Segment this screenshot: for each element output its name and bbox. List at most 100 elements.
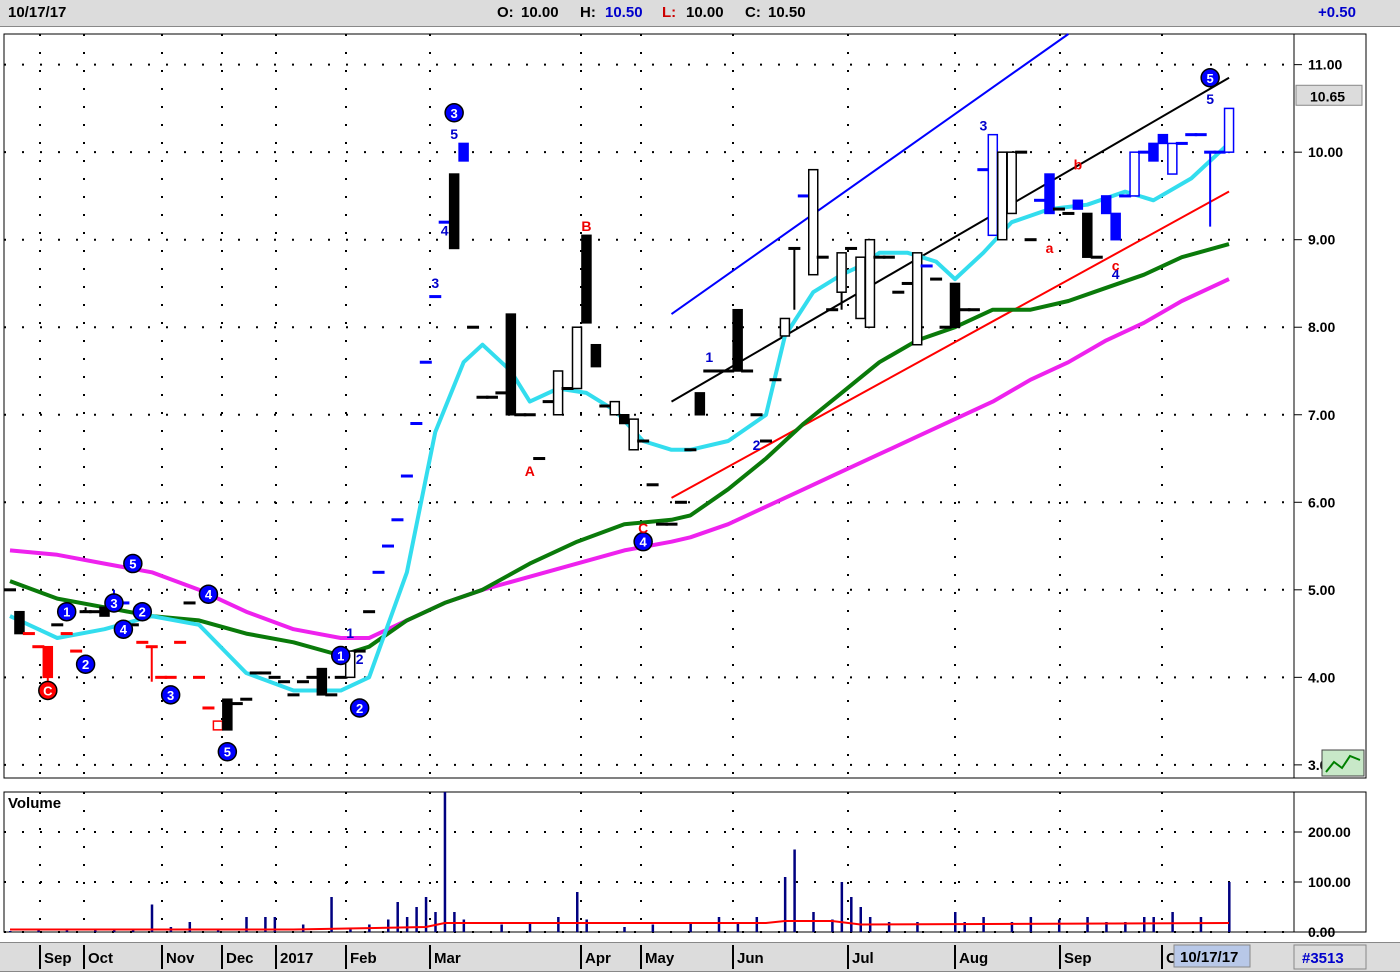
month-label: Aug: [959, 950, 988, 967]
candle-body: [609, 400, 621, 416]
wave-label-number: 1: [63, 605, 70, 620]
candle-body: [14, 610, 25, 635]
candle-dash: [523, 413, 536, 417]
candle-dash: [174, 640, 187, 644]
header-open: 10.00: [521, 4, 559, 21]
candle-dash: [4, 588, 16, 592]
candle-dash: [193, 675, 205, 679]
wave-label-text: A: [525, 463, 535, 479]
cursor-date: 10/17/17: [1180, 949, 1238, 966]
wave-label-number: 1: [337, 648, 344, 663]
candle-body: [316, 667, 328, 696]
candle-body: [628, 418, 639, 451]
volume-bar: [443, 792, 447, 932]
candle-body: [571, 326, 583, 390]
wave-label-number: 3: [167, 688, 174, 703]
wave-label-text: C: [638, 520, 648, 536]
candle-dash: [325, 693, 338, 697]
volume-bar: [793, 849, 796, 932]
price-plot-frame: [3, 33, 1295, 779]
candle-dash: [760, 439, 772, 443]
candle-dash: [1175, 141, 1188, 145]
price-tick-label: 11.00: [1308, 57, 1342, 73]
volume-bar: [387, 919, 390, 932]
header-high-label: H:: [580, 4, 596, 21]
candle-dash: [1119, 194, 1132, 198]
candle-dash: [51, 623, 64, 627]
candle-body: [808, 168, 819, 276]
candle-dash: [967, 308, 980, 312]
candle-dash: [1052, 207, 1065, 211]
volume-bar: [623, 927, 626, 932]
candle-dash: [410, 422, 423, 426]
volume-bar: [859, 907, 862, 932]
candle-body: [212, 720, 224, 731]
month-label: Mar: [434, 950, 461, 967]
date-axis-bar: Sep Oct Nov Dec 2017 Feb Mar Apr May Jun Jul Aug Sep…: [0, 942, 1400, 972]
candle-dash: [467, 325, 480, 329]
candle-dash: [136, 640, 149, 644]
month-label: 2017: [280, 950, 313, 967]
volume-bar: [1171, 912, 1174, 932]
candle-dash: [1194, 133, 1207, 137]
chart-thumbnail-icon: [1321, 749, 1365, 777]
candle-body: [1167, 142, 1178, 175]
volume-chart[interactable]: Volume 200.00 100.00 0.00: [0, 788, 1400, 940]
wave-label-text: 5: [1206, 91, 1214, 107]
candle-body: [552, 370, 564, 416]
candle-body: [1223, 107, 1235, 153]
month-label: Dec: [226, 950, 254, 967]
wave-label-text: 3: [431, 275, 439, 291]
price-tick-label: 4.00: [1308, 669, 1335, 685]
candle-body: [1129, 151, 1140, 197]
last-price-label: 10.65: [1310, 88, 1345, 104]
volume-bar: [1143, 917, 1146, 932]
month-label: Sep: [1064, 950, 1092, 967]
volume-bar: [434, 912, 437, 932]
candle-body: [590, 343, 602, 368]
candle-dash: [382, 544, 394, 548]
volume-bar: [557, 917, 560, 932]
candle-body: [1072, 199, 1084, 210]
candle-body: [949, 282, 961, 328]
month-label: Apr: [585, 950, 611, 967]
wave-label-text: c: [1112, 257, 1120, 273]
candle-dash: [419, 360, 432, 364]
wave-label-text: 2: [356, 651, 364, 667]
candle-dash: [1015, 150, 1028, 154]
wave-label-number: 3: [451, 106, 458, 121]
price-chart[interactable]: 11.0010.009.008.007.006.005.004.003.0010…: [0, 28, 1400, 782]
symbol-id: #3513: [1302, 950, 1344, 967]
candle-body: [997, 151, 1008, 241]
candle-dash: [788, 246, 801, 250]
wave-label-number: 2: [139, 605, 146, 620]
candle-body: [1148, 142, 1159, 162]
volume-axis: [1293, 791, 1367, 933]
candle-body: [42, 645, 54, 679]
candle-dash: [259, 671, 272, 675]
volume-bar: [37, 930, 40, 932]
wave-label-number: 3: [110, 596, 117, 611]
candle-dash: [60, 632, 73, 636]
candle-body: [1110, 212, 1121, 241]
month-label: Feb: [350, 950, 377, 967]
volume-bar: [9, 931, 12, 932]
candle-dash: [769, 378, 782, 382]
candle-dash: [845, 246, 858, 250]
wave-label-text: 2: [753, 437, 761, 453]
wave-label-number: 4: [120, 622, 128, 637]
volume-bar: [405, 917, 409, 932]
candle-dash: [400, 474, 413, 478]
wave-label-text: 4: [441, 222, 449, 238]
candle-body: [1006, 151, 1017, 215]
wave-label-number: 5: [1207, 71, 1214, 86]
price-tick-label: 8.00: [1308, 319, 1335, 335]
volume-bar: [576, 892, 579, 932]
candle-body: [581, 234, 592, 324]
month-label: Oct: [88, 950, 113, 967]
wave-label-text: a: [1046, 240, 1054, 256]
price-tick-label: 10.00: [1308, 144, 1343, 160]
volume-bar: [651, 924, 655, 932]
candle-dash: [1062, 211, 1075, 215]
volume-bar: [150, 904, 154, 932]
